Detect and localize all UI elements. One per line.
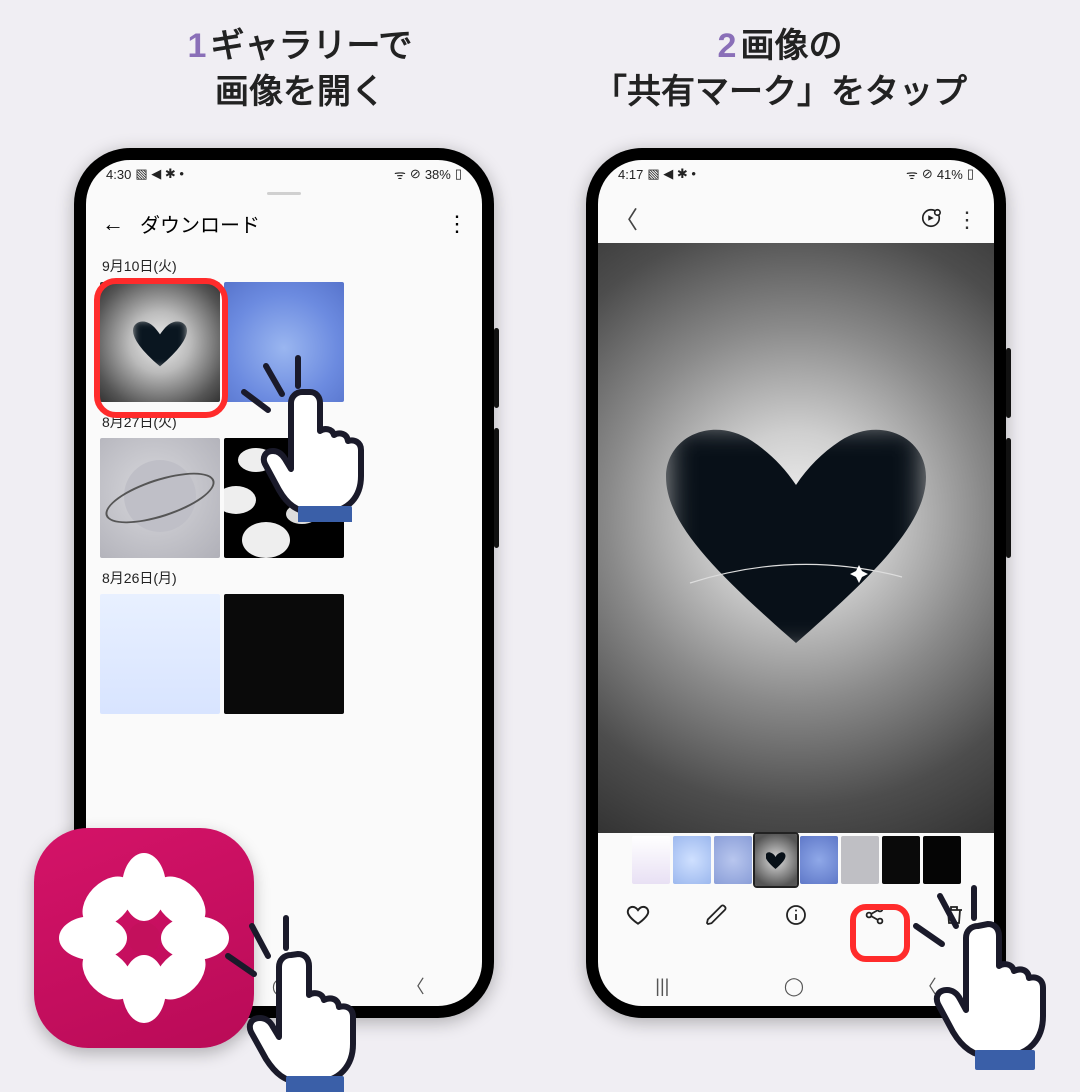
image-preview[interactable] — [598, 243, 994, 833]
sparkle-line — [686, 553, 906, 593]
step1-caption: 1ギャラリーで 画像を開く — [60, 24, 540, 116]
strip-thumb[interactable] — [714, 836, 752, 884]
info-icon[interactable] — [783, 902, 809, 928]
phone-frame-2: 4:17 ▧ ◀ ✱ • ᯤ ⊘ 41% ▯ 〈 ⋮ — [586, 148, 1006, 1018]
thumb-row-3 — [86, 594, 482, 714]
nav-home-icon[interactable]: ◯ — [784, 976, 804, 997]
android-navbar-2: ||| ◯ 〈 — [598, 966, 994, 1006]
smart-view-icon[interactable] — [920, 207, 942, 229]
thumbnail-misc-2[interactable] — [224, 594, 344, 714]
status-time: 4:30 — [106, 167, 131, 182]
favorite-icon[interactable] — [625, 902, 651, 928]
strip-thumb-selected[interactable] — [755, 834, 797, 886]
thumbnail-blue[interactable] — [224, 282, 344, 402]
page-title: ダウンロード — [140, 209, 260, 238]
strip-thumb[interactable] — [800, 836, 838, 884]
thumbnail-misc-1[interactable] — [100, 594, 220, 714]
wifi-icon: ᯤ — [906, 165, 918, 183]
share-icon[interactable] — [862, 902, 888, 928]
status-bar-2: 4:17 ▧ ◀ ✱ • ᯤ ⊘ 41% ▯ — [598, 160, 994, 188]
flower-icon — [59, 853, 229, 1023]
strip-thumb[interactable] — [632, 836, 670, 884]
status-bar: 4:30 ▧ ◀ ✱ • ᯤ ⊘ 38% ▯ — [86, 160, 482, 188]
step1-number: 1 — [188, 27, 207, 65]
nav-home-icon[interactable]: ◯ — [272, 976, 292, 997]
strip-thumb[interactable] — [841, 836, 879, 884]
image-viewer-header: 〈 ⋮ — [598, 188, 994, 241]
status-icons-left-2: ▧ ◀ ✱ • — [647, 166, 696, 182]
more-icon[interactable]: ⋮ — [956, 207, 978, 229]
step2-number: 2 — [718, 27, 737, 65]
battery-icon: ▯ — [455, 166, 462, 182]
battery-icon: ▯ — [967, 166, 974, 182]
step1-line1: ギャラリーで — [210, 27, 412, 65]
back-icon[interactable]: 〈 — [614, 200, 638, 235]
wifi-icon: ᯤ — [394, 165, 406, 183]
gallery-header: ← ダウンロード ⋮ — [86, 195, 482, 246]
edit-icon[interactable] — [704, 902, 730, 928]
heart-shape — [666, 423, 926, 653]
thumbnail-strip[interactable] — [598, 833, 994, 887]
more-icon[interactable]: ⋮ — [446, 211, 466, 237]
battery-label-2: 41% — [937, 167, 963, 182]
step2-line1: 画像の — [740, 27, 842, 65]
nav-back-icon[interactable]: 〈 — [919, 973, 937, 999]
phone2-screen: 4:17 ▧ ◀ ✱ • ᯤ ⊘ 41% ▯ 〈 ⋮ — [598, 160, 994, 1006]
no-signal-icon: ⊘ — [922, 166, 933, 182]
thumb-row-1 — [86, 282, 482, 402]
step2-line2: 「共有マーク」をタップ — [593, 73, 967, 111]
status-time-2: 4:17 — [618, 167, 643, 182]
delete-icon[interactable] — [941, 902, 967, 928]
battery-label: 38% — [425, 167, 451, 182]
gallery-app-icon[interactable] — [34, 828, 254, 1048]
thumbnail-planet[interactable] — [100, 438, 220, 558]
strip-thumb[interactable] — [673, 836, 711, 884]
thumb-row-2 — [86, 438, 482, 558]
date-group-2: 8月27日(火) — [86, 402, 482, 438]
nav-back-icon[interactable]: 〈 — [407, 973, 425, 999]
date-group-3: 8月26日(月) — [86, 558, 482, 594]
date-group-1: 9月10日(火) — [86, 246, 482, 282]
status-icons-left: ▧ ◀ ✱ • — [135, 166, 184, 182]
strip-thumb[interactable] — [923, 836, 961, 884]
nav-recents-icon[interactable]: ||| — [655, 976, 669, 997]
step1-line2: 画像を開く — [215, 73, 385, 111]
thumbnail-clouds[interactable] — [224, 438, 344, 558]
image-toolbar — [598, 887, 994, 943]
no-signal-icon: ⊘ — [410, 166, 421, 182]
thumbnail-heart[interactable] — [100, 282, 220, 402]
step2-caption: 2画像の 「共有マーク」をタップ — [540, 24, 1020, 116]
back-icon[interactable]: ← — [102, 211, 124, 237]
strip-thumb[interactable] — [882, 836, 920, 884]
